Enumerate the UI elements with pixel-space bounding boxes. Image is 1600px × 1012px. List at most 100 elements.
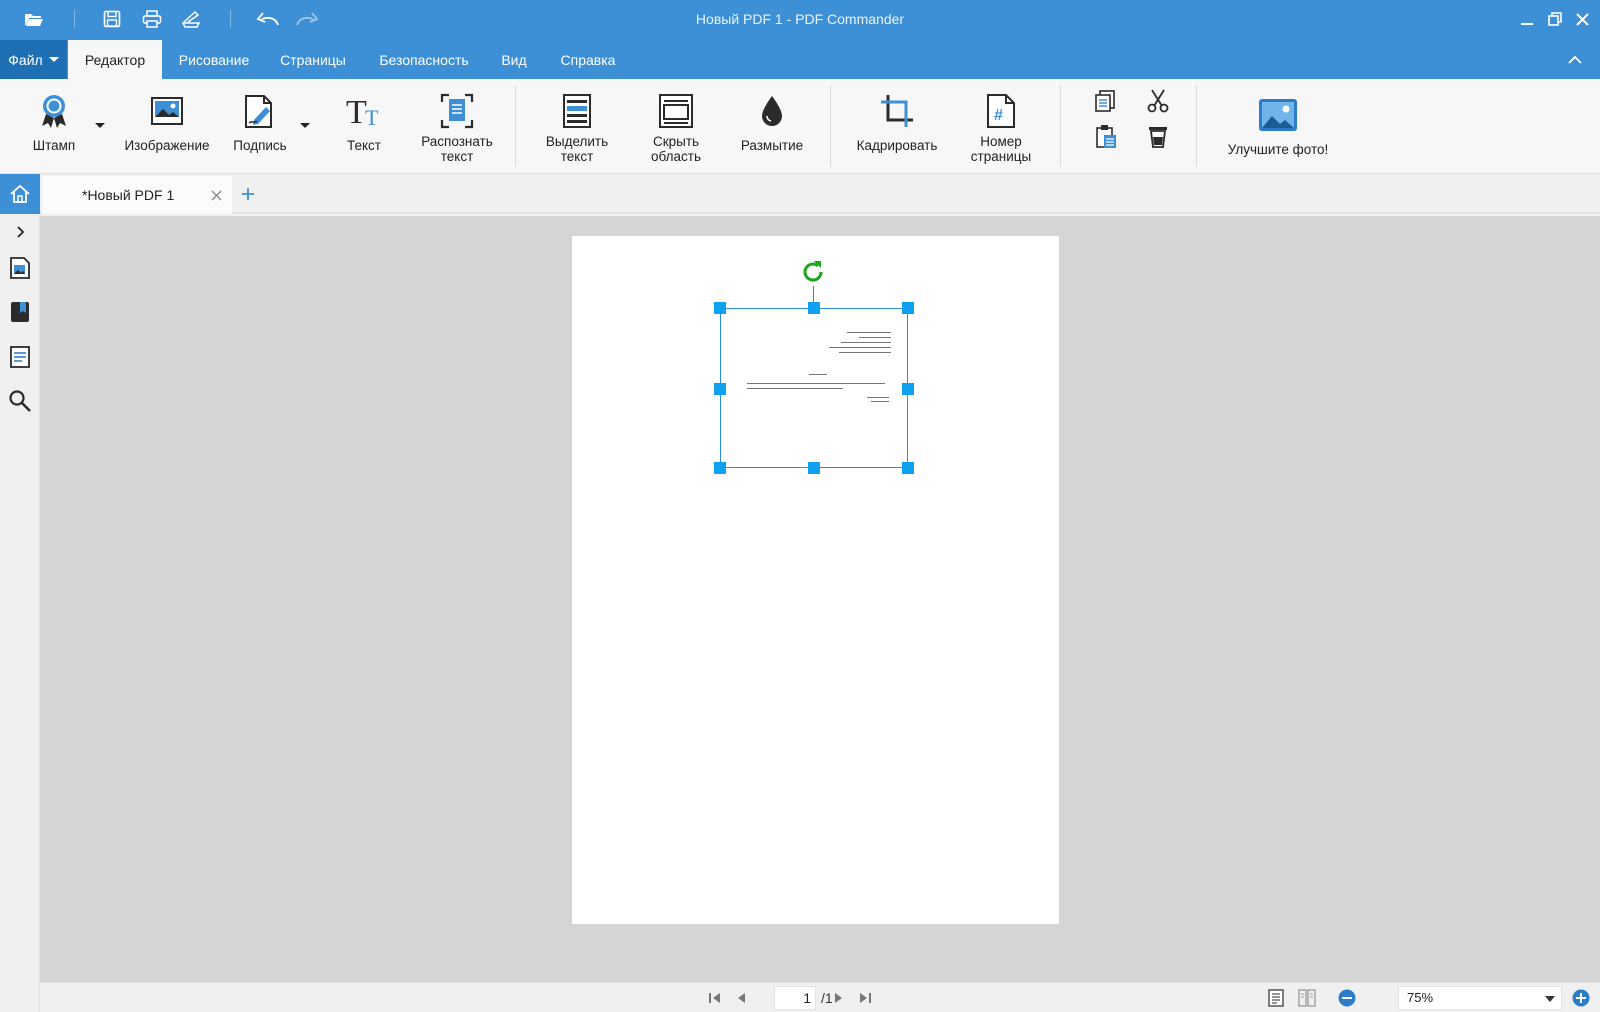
copy-icon[interactable] — [1092, 87, 1120, 115]
previous-page-icon[interactable] — [732, 989, 750, 1007]
zoom-select[interactable]: 75% — [1398, 986, 1562, 1010]
resize-handle-bottom[interactable] — [808, 462, 820, 474]
tab-pages[interactable]: Страницы — [268, 40, 358, 79]
cut-icon[interactable] — [1144, 87, 1172, 115]
page-number-button[interactable]: # Номер страницы — [960, 91, 1042, 164]
tab-security[interactable]: Безопасность — [364, 40, 484, 79]
drop-icon — [752, 91, 792, 131]
resize-handle-top-left[interactable] — [714, 302, 726, 314]
single-page-view-icon[interactable] — [1267, 989, 1285, 1007]
signature-label: Подпись — [233, 138, 287, 153]
svg-text:T: T — [346, 94, 367, 128]
tab-help[interactable]: Справка — [546, 40, 630, 79]
resize-handle-left[interactable] — [714, 383, 726, 395]
delete-icon[interactable] — [1144, 123, 1172, 151]
open-folder-icon[interactable] — [20, 6, 48, 32]
selected-image-object[interactable] — [714, 302, 914, 474]
image-button[interactable]: Изображение — [120, 91, 214, 153]
photo-icon — [1258, 95, 1298, 135]
text-button[interactable]: TT Текст — [336, 91, 392, 153]
search-icon[interactable] — [6, 387, 34, 415]
hide-area-button[interactable]: Скрыть область — [636, 91, 716, 164]
document-tabs: *Новый PDF 1 — [40, 174, 1600, 214]
window-title: Новый PDF 1 - PDF Commander — [695, 11, 905, 27]
highlight-text-label: Выделить текст — [545, 134, 609, 164]
zoom-out-icon[interactable] — [1338, 989, 1356, 1007]
text-icon: TT — [344, 91, 384, 131]
title-bar: Новый PDF 1 - PDF Commander — [0, 0, 1600, 38]
redo-icon[interactable] — [293, 6, 321, 32]
restore-icon[interactable] — [1544, 8, 1566, 30]
bookmarks-icon[interactable] — [6, 298, 34, 326]
pdf-page[interactable] — [572, 236, 1059, 924]
stamp-label: Штамп — [32, 138, 76, 153]
crop-label: Кадрировать — [856, 138, 938, 153]
annotations-icon[interactable] — [6, 343, 34, 371]
enhance-photo-button[interactable]: Улучшите фото! — [1216, 95, 1340, 157]
close-tab-icon[interactable] — [208, 187, 224, 203]
resize-handle-bottom-left[interactable] — [714, 462, 726, 474]
hide-area-icon — [656, 91, 696, 131]
first-page-icon[interactable] — [706, 989, 724, 1007]
add-tab-icon[interactable] — [238, 184, 258, 204]
ribbon-toolbar: Штамп Изображение Подпись TT Текст Распо… — [0, 79, 1600, 174]
page-number-label: Номер страницы — [970, 134, 1032, 164]
stamp-icon — [34, 91, 74, 131]
hide-area-label: Скрыть область — [651, 134, 701, 164]
home-icon[interactable] — [0, 174, 40, 214]
expand-panel-icon[interactable] — [6, 218, 34, 246]
recognize-text-label: Распознать текст — [421, 134, 493, 164]
resize-handle-top[interactable] — [808, 302, 820, 314]
collapse-ribbon-icon[interactable] — [1564, 48, 1586, 70]
next-page-icon[interactable] — [830, 989, 848, 1007]
svg-text:#: # — [994, 107, 1003, 124]
enhance-photo-label: Улучшите фото! — [1227, 142, 1329, 157]
blur-label: Размытие — [740, 138, 804, 153]
highlight-text-button[interactable]: Выделить текст — [532, 91, 622, 164]
crop-button[interactable]: Кадрировать — [850, 91, 944, 153]
rotate-icon[interactable] — [799, 258, 827, 286]
signature-dropdown-icon[interactable] — [300, 123, 310, 128]
stamp-dropdown-icon[interactable] — [95, 123, 105, 128]
svg-text:T: T — [365, 105, 379, 128]
zoom-in-icon[interactable] — [1572, 989, 1590, 1007]
status-bar: /1 75% — [40, 982, 1600, 1012]
image-label: Изображение — [124, 138, 210, 153]
resize-handle-bottom-right[interactable] — [902, 462, 914, 474]
tab-drawing[interactable]: Рисование — [164, 40, 264, 79]
document-tab[interactable]: *Новый PDF 1 — [42, 176, 232, 214]
tab-view[interactable]: Вид — [488, 40, 540, 79]
undo-icon[interactable] — [254, 6, 282, 32]
document-canvas[interactable] — [40, 216, 1600, 982]
text-label: Текст — [347, 138, 381, 153]
paste-icon[interactable] — [1092, 123, 1120, 151]
highlight-text-icon — [557, 91, 597, 131]
page-number-input[interactable] — [774, 986, 816, 1010]
last-page-icon[interactable] — [856, 989, 874, 1007]
ocr-icon — [437, 91, 477, 131]
resize-handle-top-right[interactable] — [902, 302, 914, 314]
menu-bar: Файл Редактор Рисование Страницы Безопас… — [0, 38, 1600, 79]
save-icon[interactable] — [98, 6, 126, 32]
signature-icon — [240, 91, 280, 131]
page-number-icon: # — [981, 91, 1021, 131]
resize-handle-right[interactable] — [902, 383, 914, 395]
signature-button[interactable]: Подпись — [228, 91, 292, 153]
document-tab-label: *Новый PDF 1 — [82, 187, 175, 203]
file-menu-label: Файл — [8, 51, 43, 68]
two-page-view-icon[interactable] — [1298, 989, 1316, 1007]
file-menu-button[interactable]: Файл — [0, 40, 67, 79]
thumbnails-icon[interactable] — [6, 254, 34, 282]
crop-icon — [877, 91, 917, 131]
close-icon[interactable] — [1571, 8, 1593, 30]
minimize-icon[interactable] — [1516, 8, 1538, 30]
image-icon — [147, 91, 187, 131]
zoom-value: 75% — [1407, 990, 1434, 1005]
stamp-button[interactable]: Штамп — [28, 91, 80, 153]
print-icon[interactable] — [138, 6, 166, 32]
chevron-down-icon — [1545, 996, 1555, 1002]
scan-icon[interactable] — [177, 6, 205, 32]
blur-button[interactable]: Размытие — [732, 91, 812, 153]
tab-editor[interactable]: Редактор — [68, 40, 162, 79]
recognize-text-button[interactable]: Распознать текст — [412, 91, 502, 164]
